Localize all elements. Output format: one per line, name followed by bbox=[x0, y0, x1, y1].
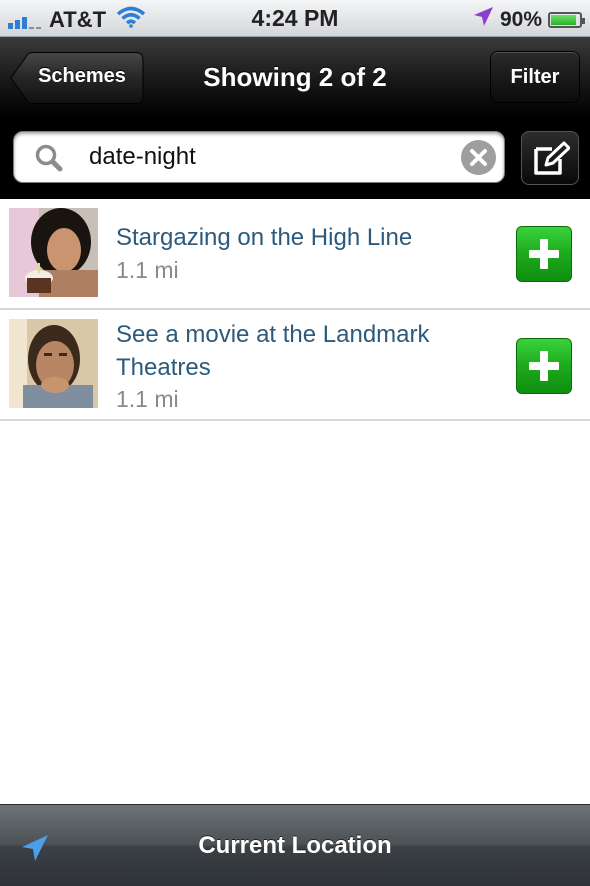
result-thumbnail bbox=[9, 319, 98, 408]
navigation-bar: Schemes Showing 2 of 2 Filter bbox=[0, 37, 590, 117]
add-button[interactable] bbox=[516, 226, 572, 282]
search-icon bbox=[34, 143, 66, 178]
search-field-container bbox=[13, 131, 505, 183]
page-title: Showing 2 of 2 bbox=[203, 62, 387, 92]
list-item[interactable]: Stargazing on the High Line 1.1 mi bbox=[0, 199, 590, 310]
result-thumbnail bbox=[9, 208, 98, 297]
result-title[interactable]: See a movie at the Landmark Theatres bbox=[116, 318, 496, 384]
back-button-label: Schemes bbox=[38, 65, 126, 87]
add-button[interactable] bbox=[516, 338, 572, 394]
bottom-toolbar: Current Location bbox=[0, 804, 590, 886]
list-item[interactable]: See a movie at the Landmark Theatres 1.1… bbox=[0, 310, 590, 421]
result-distance: 1.1 mi bbox=[116, 257, 179, 283]
compose-button[interactable] bbox=[521, 131, 579, 185]
status-bar: AT&T 4:24 PM 90% bbox=[0, 0, 590, 37]
clear-search-icon[interactable] bbox=[461, 140, 496, 175]
filter-button[interactable]: Filter bbox=[490, 51, 580, 103]
current-location-button[interactable]: Current Location bbox=[0, 832, 590, 860]
battery-icon bbox=[548, 12, 585, 28]
search-bar bbox=[0, 117, 590, 199]
back-button-schemes[interactable]: Schemes bbox=[10, 52, 144, 104]
result-title[interactable]: Stargazing on the High Line bbox=[116, 221, 496, 254]
compose-icon bbox=[534, 141, 570, 175]
results-list: Stargazing on the High Line 1.1 mi See a… bbox=[0, 199, 590, 421]
result-distance: 1.1 mi bbox=[116, 386, 179, 412]
location-services-icon bbox=[472, 6, 494, 34]
battery-percent: 90% bbox=[499, 8, 542, 31]
status-right: 90% bbox=[472, 6, 585, 34]
search-input[interactable] bbox=[89, 138, 449, 176]
